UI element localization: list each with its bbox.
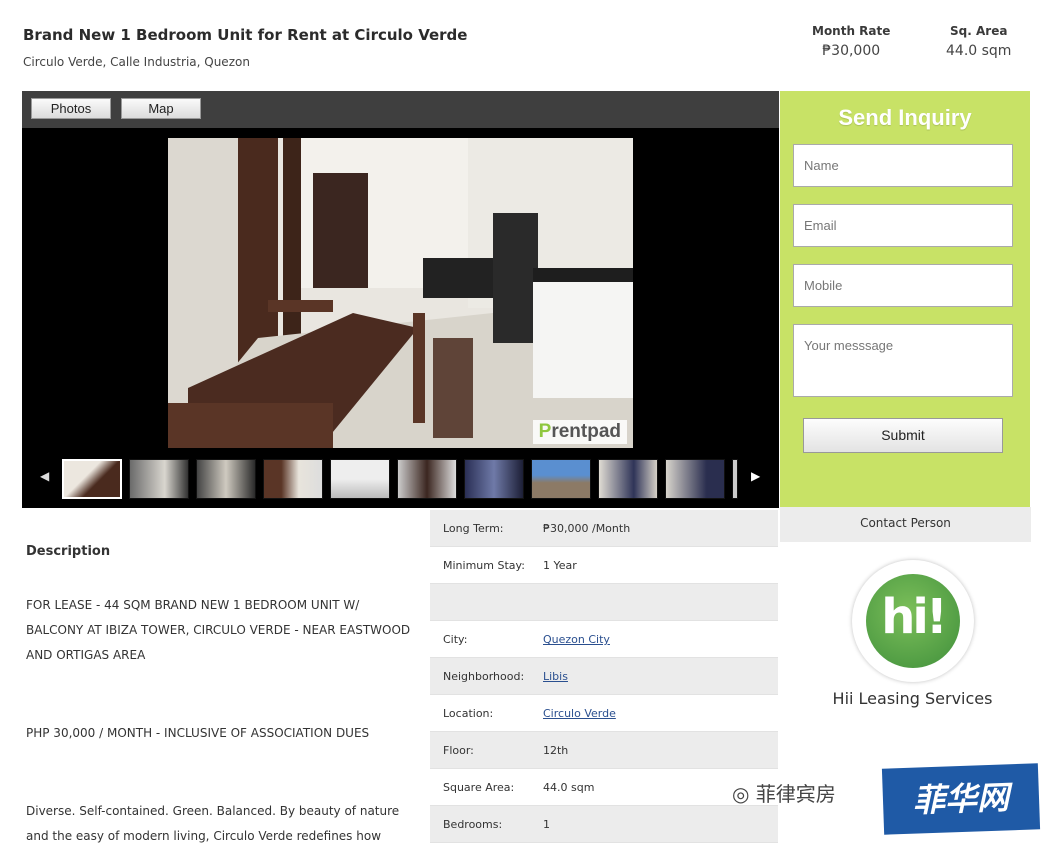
company-logo[interactable]: hi! [852,560,974,682]
detail-value: 1 Year [543,559,577,572]
thumbnail[interactable] [330,459,390,499]
photo-gallery: Photos Map Prentpad ◀ ▶ [22,91,779,508]
name-field[interactable]: Name [793,144,1013,187]
detail-row: Long Term: ₱30,000 /Month [430,510,778,547]
watermark-p: P [538,421,552,442]
wechat-icon: ◎ [732,782,750,806]
main-photo[interactable]: Prentpad [168,138,633,448]
mobile-field[interactable]: Mobile [793,264,1013,307]
detail-key: Minimum Stay: [443,559,525,572]
submit-button[interactable]: Submit [803,418,1003,453]
detail-value: 44.0 sqm [543,781,595,794]
wechat-text: 菲律宾房 [755,782,836,806]
detail-key: Square Area: [443,781,515,794]
detail-row: Floor: 12th [430,732,778,769]
wechat-watermark: ◎ 菲律宾房 [732,778,836,807]
thumbnail[interactable] [665,459,725,499]
city-link[interactable]: Quezon City [543,633,610,646]
detail-key: Neighborhood: [443,670,525,683]
contact-person-header: Contact Person [780,507,1031,542]
logo-mark: hi! [866,574,960,668]
description-paragraph: Diverse. Self-contained. Green. Balanced… [26,804,400,843]
gallery-tabs: Photos Map [22,91,779,128]
thumbnail[interactable] [62,459,122,499]
detail-row: Square Area: 44.0 sqm [430,769,778,806]
description-paragraph: FOR LEASE - 44 SQM BRAND NEW 1 BEDROOM U… [26,598,411,662]
detail-key: Bedrooms: [443,818,503,831]
month-rate: Month Rate ₱30,000 [812,24,890,59]
square-area-label: Sq. Area [950,24,1008,38]
detail-key: Location: [443,707,494,720]
thumbnail[interactable] [196,459,256,499]
detail-key: Floor: [443,744,474,757]
location-link[interactable]: Circulo Verde [543,707,616,720]
description-title: Description [26,544,111,559]
thumbnail[interactable] [397,459,457,499]
detail-row: Bedrooms: 1 [430,806,778,843]
room-photo-image [168,138,633,448]
thumbnail-strip: ◀ ▶ [22,457,779,499]
thumbs-next-icon[interactable]: ▶ [751,469,760,483]
square-area-value: 44.0 sqm [946,43,1012,59]
tab-photos[interactable]: Photos [31,98,111,119]
thumbnail[interactable] [129,459,189,499]
neighborhood-link[interactable]: Libis [543,670,568,683]
detail-value: 1 [543,818,550,831]
detail-row [430,584,778,621]
detail-value: ₱30,000 /Month [543,522,631,535]
square-area: Sq. Area 44.0 sqm [946,24,1011,59]
thumbnail[interactable] [732,459,738,499]
details-table: Long Term: ₱30,000 /Month Minimum Stay: … [430,510,778,843]
month-rate-label: Month Rate [812,24,891,38]
inquiry-form: Send Inquiry Name Email Mobile Your mess… [780,91,1030,507]
site-stamp-logo: 菲华网 [881,763,1041,835]
listing-address: Circulo Verde, Calle Industria, Quezon [23,55,250,69]
thumbs-prev-icon[interactable]: ◀ [40,469,49,483]
description-paragraph: PHP 30,000 / MONTH - INCLUSIVE OF ASSOCI… [26,726,370,740]
thumbnail[interactable] [464,459,524,499]
watermark-rest: rentpad [551,421,621,442]
detail-row: City: Quezon City [430,621,778,658]
month-rate-value: ₱30,000 [822,43,881,59]
detail-key: Long Term: [443,522,504,535]
company-name[interactable]: Hii Leasing Services [780,689,1045,708]
thumbnail[interactable] [263,459,323,499]
email-field[interactable]: Email [793,204,1013,247]
tab-map[interactable]: Map [121,98,201,119]
thumbnail[interactable] [598,459,658,499]
thumbnail[interactable] [531,459,591,499]
listing-title: Brand New 1 Bedroom Unit for Rent at Cir… [23,26,468,44]
message-field[interactable]: Your messsage [793,324,1013,397]
detail-value: 12th [543,744,569,757]
inquiry-heading: Send Inquiry [838,105,972,130]
detail-row: Location: Circulo Verde [430,695,778,732]
detail-key: City: [443,633,468,646]
detail-row: Minimum Stay: 1 Year [430,547,778,584]
rentpad-watermark: Prentpad [532,420,627,444]
detail-row: Neighborhood: Libis [430,658,778,695]
